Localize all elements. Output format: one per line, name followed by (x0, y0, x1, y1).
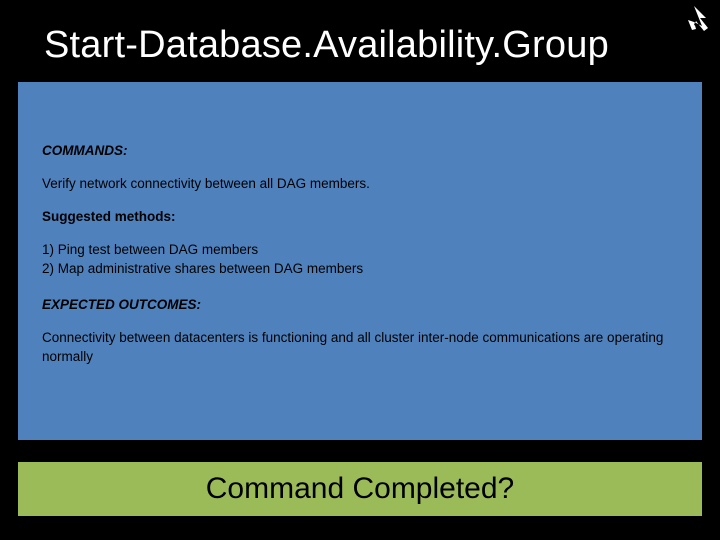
methods-list: 1) Ping test between DAG members 2) Map … (42, 241, 678, 279)
footer-label: Command Completed? (206, 472, 514, 506)
method-item: 1) Ping test between DAG members (42, 241, 678, 260)
slide: Start-Database.Availability.Group COMMAN… (0, 0, 720, 540)
pointer-icon (678, 4, 714, 40)
methods-label: Suggested methods: (42, 208, 678, 227)
slide-title: Start-Database.Availability.Group (44, 24, 609, 67)
verify-line: Verify network connectivity between all … (42, 175, 678, 194)
outcomes-heading: EXPECTED OUTCOMES: (42, 296, 678, 315)
content-panel: COMMANDS: Verify network connectivity be… (18, 82, 702, 440)
footer-bar[interactable]: Command Completed? (18, 462, 702, 516)
commands-heading: COMMANDS: (42, 142, 678, 161)
method-item: 2) Map administrative shares between DAG… (42, 260, 678, 279)
outcome-text: Connectivity between datacenters is func… (42, 329, 678, 367)
